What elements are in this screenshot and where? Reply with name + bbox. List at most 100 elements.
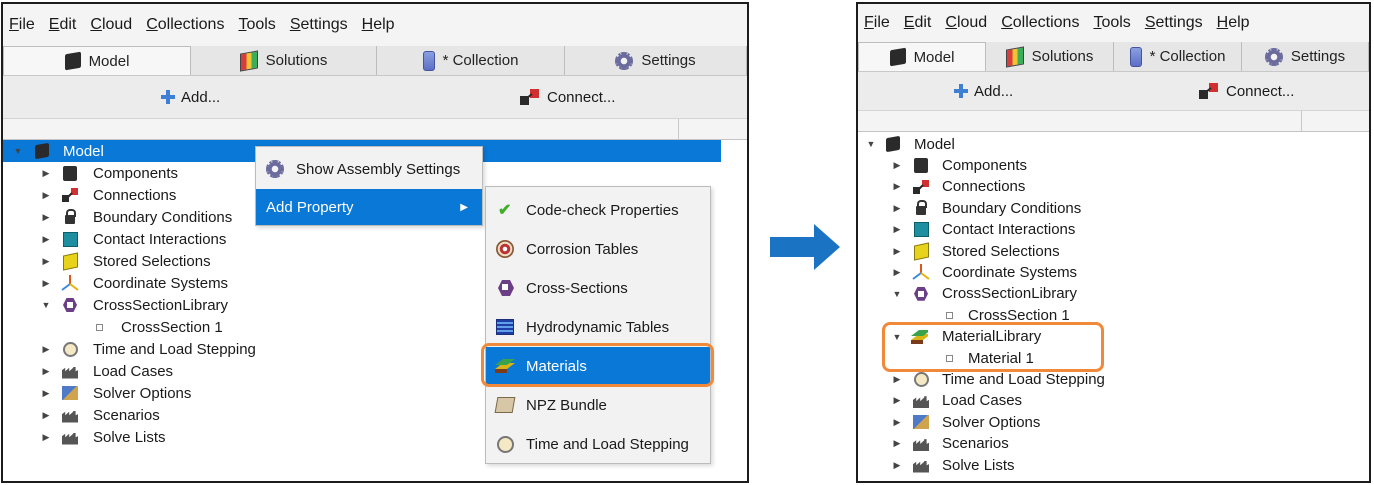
tree-label: Boundary Conditions [942,199,1082,217]
menu-file[interactable]: File [9,16,35,34]
menu-collections[interactable]: Collections [1001,14,1079,32]
menu-tools[interactable]: Tools [1093,14,1130,32]
tree-item-solve-lists[interactable]: ▶ Solve Lists [858,454,1369,476]
expand-arrow-icon[interactable]: ▶ [892,411,902,433]
lock-icon [916,200,927,216]
corrosion-icon [496,240,514,258]
menu-settings[interactable]: Settings [290,16,348,34]
tree-item-solver-options[interactable]: ▶ Solver Options [858,411,1369,433]
add-button[interactable]: Add... [954,83,1013,100]
tab-settings[interactable]: Settings [565,46,747,75]
tree-label: Coordinate Systems [93,274,229,292]
connect-button[interactable]: Connect... [519,87,615,107]
menu-settings[interactable]: Settings [1145,14,1203,32]
tab-solutions[interactable]: Solutions [986,42,1114,71]
menu-help[interactable]: Help [362,16,395,34]
tab-solutions-label: Solutions [265,52,328,69]
expand-arrow-icon[interactable]: ▶ [892,154,902,176]
collapse-arrow-icon[interactable]: ▼ [892,283,902,305]
expand-arrow-icon[interactable]: ▶ [41,404,51,426]
toolbar: Add... Connect... [3,76,747,118]
tree-item-stored-selections[interactable]: ▶ Stored Selections [858,240,1369,262]
expand-arrow-icon[interactable]: ▶ [892,176,902,198]
expand-arrow-icon[interactable]: ▶ [892,240,902,262]
expand-arrow-icon[interactable]: ▶ [892,261,902,283]
tab-model-label: Model [88,52,130,70]
tree-item-boundary-conditions[interactable]: ▶ Boundary Conditions [858,197,1369,219]
expand-arrow-icon[interactable]: ▶ [892,433,902,455]
connection-icon [1199,83,1218,99]
submenu-item-npz-bundle[interactable]: NPZ Bundle [486,386,710,424]
tree-label: Stored Selections [93,252,211,270]
tree-label: Solver Options [942,413,1041,431]
tree-label: Stored Selections [942,242,1060,260]
submenu-item-time-and-load-stepping[interactable]: Time and Load Stepping [486,425,710,463]
expand-arrow-icon[interactable]: ▶ [41,382,51,404]
collapse-arrow-icon[interactable]: ▼ [866,133,876,155]
collapse-arrow-icon[interactable]: ▼ [13,140,23,162]
expand-arrow-icon[interactable]: ▶ [892,197,902,219]
tree-label: Load Cases [942,392,1023,410]
tree-root-model[interactable]: ▼ Model [858,133,1369,155]
tree-item-components[interactable]: ▶ Components [858,154,1369,176]
expand-arrow-icon[interactable]: ▶ [41,272,51,294]
tab-collection[interactable]: * Collection [1114,42,1242,71]
tree-item-load-cases[interactable]: ▶ Load Cases [858,390,1369,412]
stored-selection-icon [913,241,929,261]
menu-help[interactable]: Help [1217,14,1250,32]
tab-model[interactable]: Model [3,46,191,75]
expand-arrow-icon[interactable]: ▶ [41,250,51,272]
connection-icon [520,89,539,105]
menu-item-show-assembly-settings[interactable]: Show Assembly Settings [256,151,482,187]
filter-bar [3,118,747,140]
tree-item-coordinate-systems[interactable]: ▶ Coordinate Systems [858,261,1369,283]
expand-arrow-icon[interactable]: ▶ [41,360,51,382]
tree-item-scenarios[interactable]: ▶ Scenarios [858,433,1369,455]
menu-tools[interactable]: Tools [238,16,275,34]
expand-arrow-icon[interactable]: ▶ [892,219,902,241]
collapse-arrow-icon[interactable]: ▼ [41,294,51,316]
menu-collections[interactable]: Collections [146,16,224,34]
menu-cloud[interactable]: Cloud [945,14,987,32]
materials-highlight-box [481,343,714,387]
clock-icon [62,341,78,357]
tab-collection[interactable]: * Collection [377,46,565,75]
gear-icon [615,51,634,70]
menu-file[interactable]: File [864,14,890,32]
tree-label: Scenarios [93,406,160,424]
expand-arrow-icon[interactable]: ▶ [892,454,902,476]
submenu-item-corrosion-tables[interactable]: Corrosion Tables [486,230,710,268]
submenu-item-code-check-properties[interactable]: ✔ Code-check Properties [486,191,710,229]
hexagon-icon [63,298,77,312]
tree-item-connections[interactable]: ▶ Connections [858,176,1369,198]
menu-edit[interactable]: Edit [49,16,77,34]
submenu-item-hydrodynamic-tables[interactable]: Hydrodynamic Tables [486,308,710,346]
expand-arrow-icon[interactable]: ▶ [41,184,51,206]
tab-model[interactable]: Model [858,42,986,71]
menu-cloud[interactable]: Cloud [90,16,132,34]
add-button[interactable]: Add... [161,89,220,106]
expand-arrow-icon[interactable]: ▶ [41,162,51,184]
tab-settings[interactable]: Settings [1242,42,1369,71]
tree-label: Time and Load Stepping [942,370,1105,388]
expand-arrow-icon[interactable]: ▶ [41,338,51,360]
hexagon-icon [498,280,514,296]
tab-solutions[interactable]: Solutions [191,46,377,75]
expand-arrow-icon[interactable]: ▶ [892,390,902,412]
menu-item-add-property[interactable]: Add Property ▶ [256,189,482,225]
tree-label: Contact Interactions [942,221,1076,239]
menu-item-label: Show Assembly Settings [296,160,461,178]
expand-arrow-icon[interactable]: ▶ [41,426,51,448]
tree-item-crosssectionlibrary[interactable]: ▼ CrossSectionLibrary [858,283,1369,305]
connect-button[interactable]: Connect... [1198,81,1294,101]
expand-arrow-icon[interactable]: ▶ [41,228,51,250]
solver-icon [913,415,929,430]
menu-edit[interactable]: Edit [904,14,932,32]
submenu-item-cross-sections[interactable]: Cross-Sections [486,269,710,307]
tree-item-contact-interactions[interactable]: ▶ Contact Interactions [858,219,1369,241]
checkmark-icon: ✔ [498,202,512,219]
left-screenshot-panel: File Edit Cloud Collections Tools Settin… [1,2,749,483]
tab-collection-label: * Collection [1149,48,1226,65]
expand-arrow-icon[interactable]: ▶ [41,206,51,228]
tab-solutions-label: Solutions [1031,48,1094,65]
